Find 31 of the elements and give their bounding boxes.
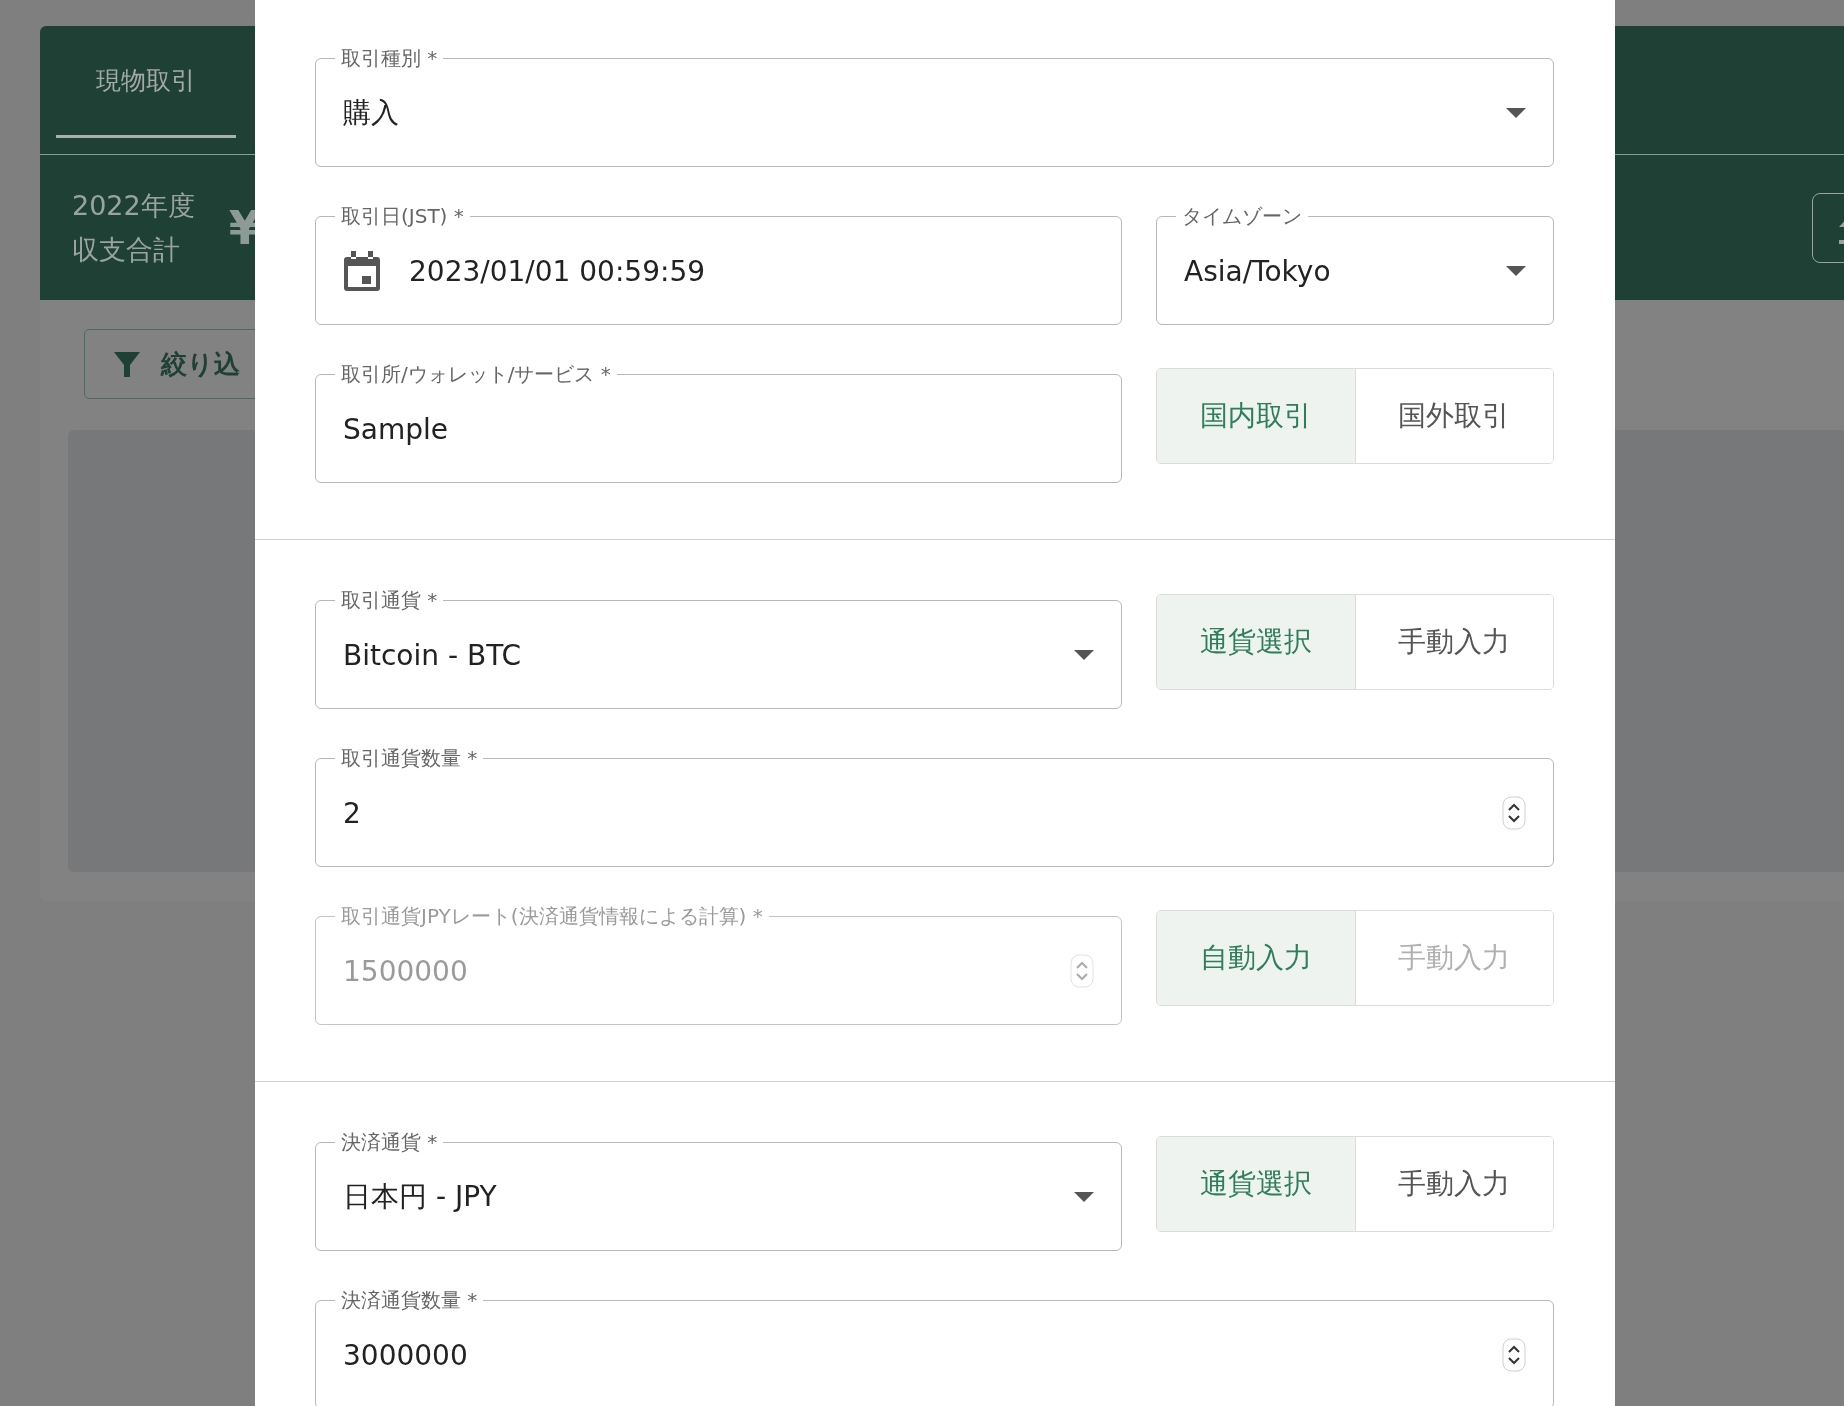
input-field[interactable]: 決済通貨数量 * 3000000 <box>315 1287 1554 1406</box>
field-label: 取引所/ウォレット/サービス * <box>335 361 617 387</box>
select-field[interactable]: 取引通貨 * Bitcoin - BTC <box>315 587 1122 709</box>
calendar-icon[interactable] <box>343 251 381 291</box>
date-field[interactable]: 取引日(JST) * 2023/01/01 00:59:59 <box>315 203 1122 325</box>
dropdown-caret-icon[interactable] <box>1506 266 1526 276</box>
field-label: タイムゾーン <box>1176 203 1308 229</box>
field-label: 取引通貨数量 * <box>335 745 484 771</box>
toggle-button[interactable]: 通貨選択 <box>1157 1137 1355 1231</box>
toggle-button[interactable]: 手動入力 <box>1354 595 1553 689</box>
select-field[interactable]: 取引種別 * 購入 <box>315 45 1554 167</box>
toggle-button[interactable]: 国内取引 <box>1157 369 1355 463</box>
toggle-button[interactable]: 手動入力 <box>1354 1137 1553 1231</box>
tab[interactable]: 現物取引 <box>56 26 236 138</box>
toggle-button[interactable]: 国外取引 <box>1354 369 1553 463</box>
field-label: 取引通貨 * <box>335 587 444 613</box>
filter-icon <box>113 350 141 378</box>
toggle-button[interactable]: 自動入力 <box>1157 911 1355 1005</box>
dropdown-caret-icon[interactable] <box>1074 650 1094 660</box>
spinner-icon[interactable] <box>1502 1338 1526 1372</box>
select-field[interactable]: タイムゾーン Asia/Tokyo <box>1156 203 1554 325</box>
field-label: 取引通貨JPYレート(決済通貨情報による計算) * <box>335 903 769 929</box>
spinner-icon[interactable] <box>1502 796 1526 830</box>
summary-label: 2022年度 収支合計 <box>72 188 195 267</box>
select-field[interactable]: 決済通貨 * 日本円 - JPY <box>315 1129 1122 1251</box>
input-field[interactable]: 取引通貨数量 * 2 <box>315 745 1554 867</box>
dropdown-caret-icon[interactable] <box>1074 1192 1094 1202</box>
dropdown-caret-icon[interactable] <box>1506 108 1526 118</box>
toggle-button[interactable]: 通貨選択 <box>1157 595 1355 689</box>
field-label: 決済通貨 * <box>335 1129 444 1155</box>
field-label: 決済通貨数量 * <box>335 1287 484 1313</box>
